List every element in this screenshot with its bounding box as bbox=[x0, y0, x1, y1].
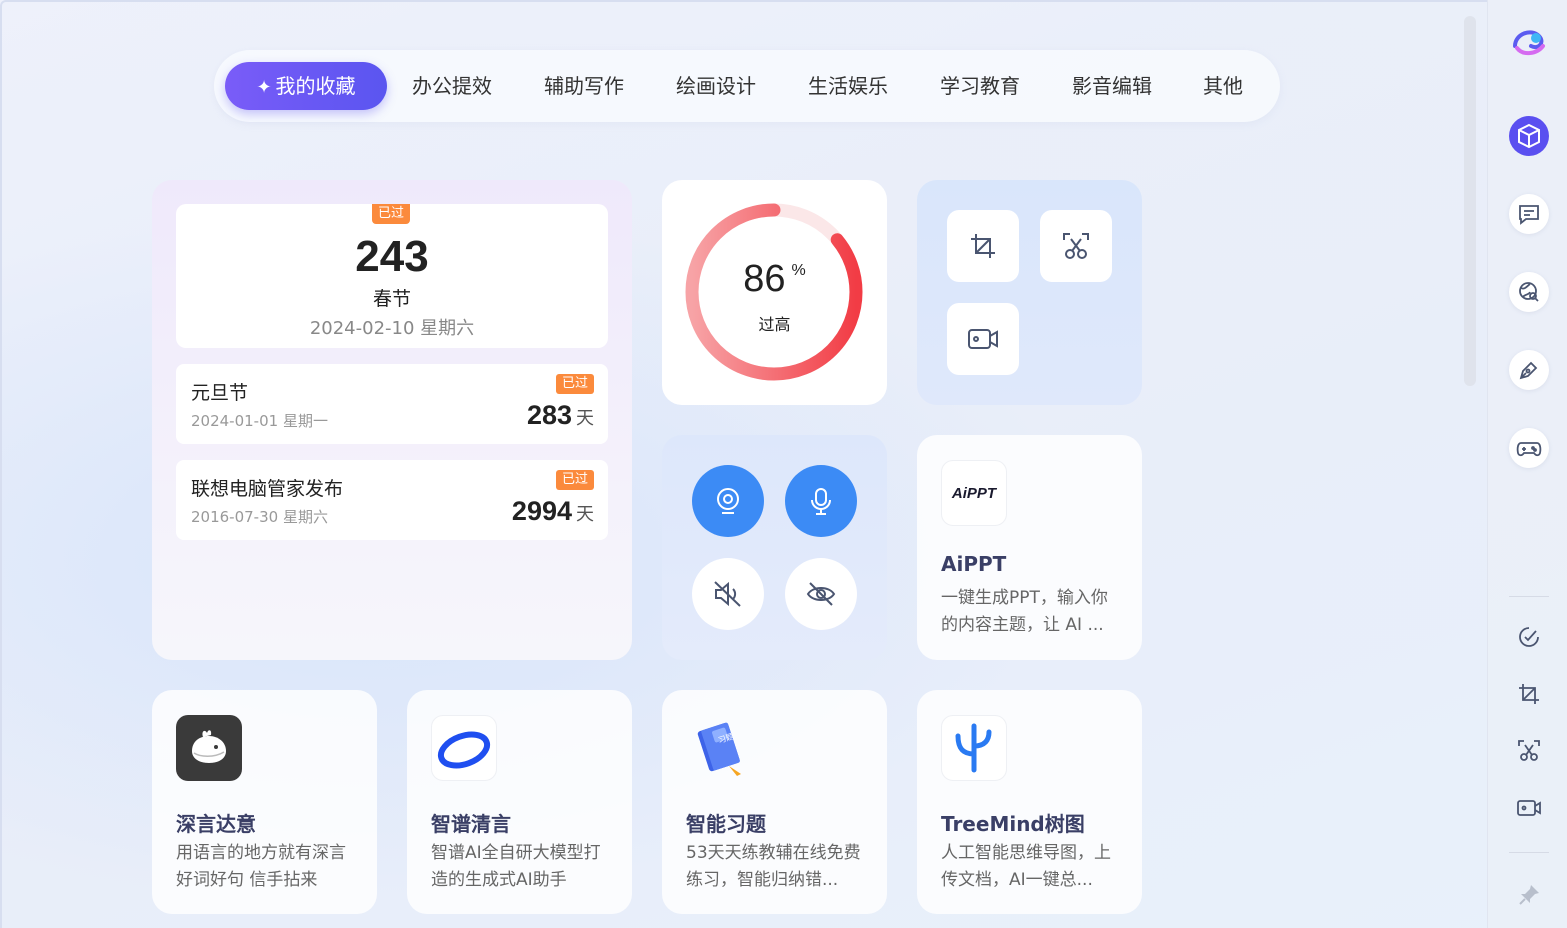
app-card-zhinengxiti[interactable]: 习题 智能习题 53天天练教辅在线免费练习，智能归纳错... bbox=[662, 690, 887, 914]
countdown-event-date: 2024-02-10 星期六 bbox=[309, 318, 475, 339]
tab-education[interactable]: 学习教育 bbox=[926, 62, 1034, 110]
app-card-zhipuqingyan[interactable]: 智谱清言 智谱AI全自研大模型打造的生成式AI助手 bbox=[407, 690, 632, 914]
right-sidebar bbox=[1487, 0, 1567, 928]
sidebar-item-explore[interactable] bbox=[1509, 272, 1549, 312]
speaker-mute-icon bbox=[714, 581, 741, 607]
app-card-treemind[interactable]: TreeMind树图 人工智能思维导图，上传文档，AI一键总... bbox=[917, 690, 1142, 914]
countdown-item-name: 联想电脑管家发布 bbox=[191, 478, 344, 500]
tab-design[interactable]: 绘画设计 bbox=[662, 62, 770, 110]
microphone-icon bbox=[811, 488, 831, 515]
app-title: 智能习题 bbox=[686, 812, 766, 836]
sidebar-divider bbox=[1509, 852, 1549, 853]
countdown-item-date: 2016-07-30 星期六 bbox=[191, 508, 328, 526]
scrollbar-thumb[interactable] bbox=[1464, 16, 1476, 386]
countdown-item[interactable]: 联想电脑管家发布 2016-07-30 星期六 已过 2994 天 bbox=[176, 460, 608, 540]
countdown-days: 243 bbox=[355, 232, 429, 281]
sidebar-tool-crop[interactable] bbox=[1509, 674, 1549, 714]
countdown-widget[interactable]: 已过 243 春节 2024-02-10 星期六 元旦节 2024-01-01 … bbox=[152, 180, 632, 660]
app-title: AiPPT bbox=[941, 552, 1007, 576]
whale-logo-icon bbox=[176, 715, 242, 781]
app-logo-icon bbox=[1513, 30, 1545, 55]
screen-record-button[interactable] bbox=[947, 303, 1019, 375]
countdown-item-name: 元旦节 bbox=[191, 382, 249, 404]
sparkle-icon: ✦ bbox=[256, 77, 272, 98]
screenshot-scissors-icon bbox=[1518, 740, 1540, 761]
camera-toggle[interactable] bbox=[692, 465, 764, 537]
app-description: 用语言的地方就有深言 好词好句 信手拈来 bbox=[176, 843, 346, 890]
eye-off-icon bbox=[806, 582, 836, 606]
app-logo-button[interactable] bbox=[1509, 22, 1549, 62]
screen-record-icon bbox=[968, 329, 998, 349]
status-badge: 已过 bbox=[555, 470, 594, 490]
countdown-item-days: 2994 天 bbox=[511, 496, 594, 526]
privacy-toggle[interactable] bbox=[785, 558, 857, 630]
system-usage-gauge[interactable]: 86% 过高 bbox=[662, 180, 887, 405]
gamepad-icon bbox=[1516, 442, 1542, 457]
tab-writing[interactable]: 辅助写作 bbox=[530, 62, 638, 110]
zhipu-ring-logo-icon bbox=[431, 715, 497, 781]
microphone-toggle[interactable] bbox=[785, 465, 857, 537]
sidebar-item-apps[interactable] bbox=[1509, 116, 1549, 156]
screen-record-icon bbox=[1517, 800, 1541, 816]
quick-tools-widget bbox=[917, 180, 1142, 405]
category-tabbar: ✦ 我的收藏 办公提效 辅助写作 绘画设计 生活娱乐 学习教育 影音编辑 其他 bbox=[214, 50, 1280, 122]
device-toggles-widget bbox=[662, 435, 887, 660]
countdown-item-days: 283 天 bbox=[526, 400, 594, 430]
aippt-logo-icon: AiPPT bbox=[941, 460, 1007, 526]
status-badge: 已过 bbox=[372, 204, 411, 224]
pin-icon bbox=[1519, 885, 1539, 905]
crop-icon bbox=[1519, 684, 1539, 704]
countdown-event-name: 春节 bbox=[372, 288, 411, 310]
app-description: 一键生成PPT，输入你的内容主题，让 AI ... bbox=[941, 588, 1108, 635]
sidebar-divider bbox=[1509, 596, 1549, 597]
speed-check-icon bbox=[1519, 627, 1539, 647]
app-card-shenyandayi[interactable]: 深言达意 用语言的地方就有深言 好词好句 信手拈来 bbox=[152, 690, 377, 914]
screenshot-scissors-icon bbox=[1063, 233, 1089, 259]
globe-search-icon bbox=[1519, 282, 1539, 302]
app-title: 深言达意 bbox=[176, 812, 256, 836]
sidebar-item-design[interactable] bbox=[1509, 350, 1549, 390]
sidebar-item-chat[interactable] bbox=[1509, 194, 1549, 234]
speaker-toggle[interactable] bbox=[692, 558, 764, 630]
status-badge: 已过 bbox=[555, 374, 594, 394]
countdown-item-date: 2024-01-01 星期一 bbox=[191, 412, 328, 430]
tab-media-edit[interactable]: 影音编辑 bbox=[1058, 62, 1166, 110]
gauge-value: 86% bbox=[743, 258, 806, 300]
pin-button[interactable] bbox=[1509, 875, 1549, 915]
countdown-item[interactable]: 元旦节 2024-01-01 星期一 已过 283 天 bbox=[176, 364, 608, 444]
chat-icon bbox=[1519, 205, 1539, 225]
tab-other[interactable]: 其他 bbox=[1190, 62, 1256, 110]
sidebar-tool-speedtest[interactable] bbox=[1509, 617, 1549, 657]
notebook-logo-icon: 习题 bbox=[686, 715, 752, 781]
crop-icon bbox=[971, 234, 995, 258]
app-description: 智谱AI全自研大模型打造的生成式AI助手 bbox=[431, 843, 601, 890]
app-title: 智谱清言 bbox=[431, 812, 511, 836]
gauge-status-label: 过高 bbox=[758, 315, 791, 334]
tab-office[interactable]: 办公提效 bbox=[398, 62, 506, 110]
camera-icon bbox=[717, 488, 739, 514]
countdown-main[interactable]: 已过 243 春节 2024-02-10 星期六 bbox=[176, 204, 608, 348]
treemind-logo-icon bbox=[941, 715, 1007, 781]
crop-button[interactable] bbox=[947, 210, 1019, 282]
app-card-aippt[interactable]: AiPPT AiPPT 一键生成PPT，输入你的内容主题，让 AI ... bbox=[917, 435, 1142, 660]
tab-life[interactable]: 生活娱乐 bbox=[794, 62, 902, 110]
sidebar-item-games[interactable] bbox=[1509, 428, 1549, 468]
cube-icon bbox=[1518, 123, 1540, 149]
sidebar-tool-record[interactable] bbox=[1509, 788, 1549, 828]
tab-label: 我的收藏 bbox=[275, 74, 356, 98]
pen-icon bbox=[1519, 361, 1538, 380]
screenshot-button[interactable] bbox=[1040, 210, 1112, 282]
app-description: 人工智能思维导图，上传文档，AI一键总... bbox=[941, 843, 1111, 890]
tab-favorites[interactable]: ✦ 我的收藏 bbox=[225, 62, 387, 110]
app-title: TreeMind树图 bbox=[941, 812, 1085, 836]
app-description: 53天天练教辅在线免费练习，智能归纳错... bbox=[686, 843, 861, 890]
sidebar-tool-screenshot[interactable] bbox=[1509, 731, 1549, 771]
